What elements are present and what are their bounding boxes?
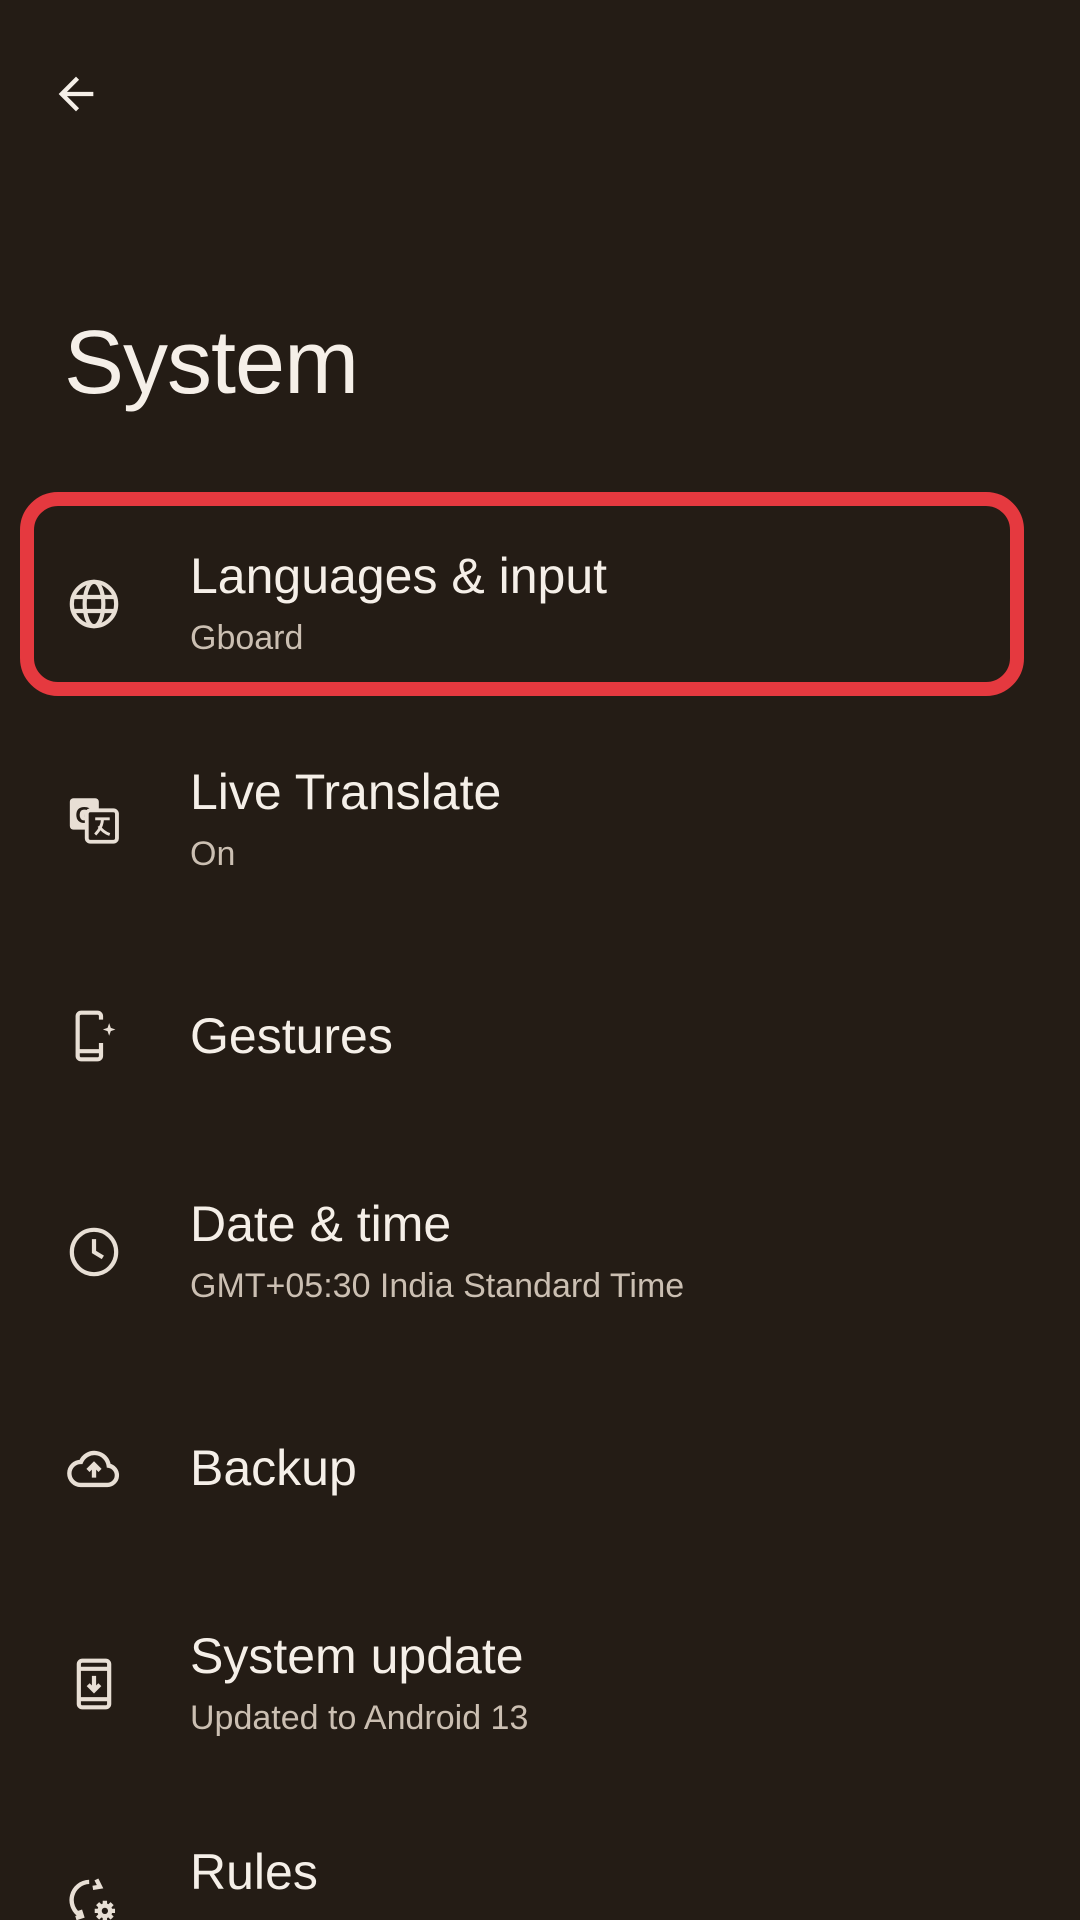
setting-title: Date & time	[190, 1196, 452, 1252]
setting-system-update[interactable]: System update Updated to Android 13	[0, 1576, 1080, 1792]
setting-subtitle: Updated to Android 13	[190, 1699, 529, 1737]
setting-title: System update	[190, 1628, 524, 1684]
gestures-phone-icon	[64, 1006, 124, 1066]
setting-subtitle: On	[190, 835, 236, 873]
setting-title: Rules	[190, 1844, 318, 1900]
setting-rules[interactable]: Rules 0 rules	[0, 1792, 1080, 1920]
arrow-back-icon	[58, 76, 94, 112]
settings-list: Languages & input Gboard G Live Translat…	[0, 496, 1080, 1920]
setting-title: Live Translate	[190, 764, 502, 820]
back-button[interactable]	[40, 58, 112, 130]
setting-title: Backup	[190, 1440, 357, 1496]
setting-subtitle: Gboard	[190, 619, 304, 657]
setting-backup[interactable]: Backup	[0, 1360, 1080, 1576]
setting-subtitle: 0 rules	[190, 1910, 318, 1920]
translate-icon: G	[64, 790, 124, 850]
setting-title: Gestures	[190, 1008, 393, 1064]
page-title: System	[64, 313, 359, 413]
rules-icon	[64, 1870, 124, 1920]
setting-live-translate[interactable]: G Live Translate On	[0, 712, 1080, 928]
setting-title: Languages & input	[190, 548, 608, 604]
setting-subtitle: GMT+05:30 India Standard Time	[190, 1267, 685, 1305]
setting-languages-input[interactable]: Languages & input Gboard	[0, 496, 1080, 712]
system-update-icon	[64, 1654, 124, 1714]
cloud-upload-icon	[64, 1438, 124, 1498]
globe-icon	[64, 574, 124, 634]
setting-date-time[interactable]: Date & time GMT+05:30 India Standard Tim…	[0, 1144, 1080, 1360]
clock-icon	[64, 1222, 124, 1282]
setting-gestures[interactable]: Gestures	[0, 928, 1080, 1144]
